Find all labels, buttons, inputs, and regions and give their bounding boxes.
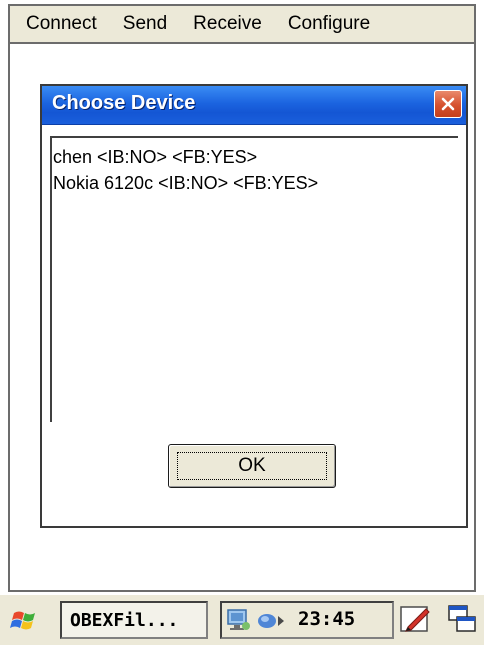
menu-configure[interactable]: Configure: [275, 13, 383, 35]
list-item[interactable]: chen <IB:NO> <FB:YES>: [52, 144, 458, 170]
ok-button[interactable]: OK: [168, 444, 336, 488]
choose-device-dialog: Choose Device chen <IB:NO> <FB:YES> Noki…: [40, 84, 468, 528]
close-button[interactable]: [434, 90, 462, 118]
menu-connect[interactable]: Connect: [10, 13, 110, 35]
task-button-label: OBEXFil...: [70, 609, 179, 631]
network-icon[interactable]: [226, 607, 252, 633]
list-item[interactable]: Nokia 6120c <IB:NO> <FB:YES>: [52, 170, 458, 196]
close-icon: [441, 97, 455, 111]
ok-button-label: OK: [177, 452, 327, 480]
cascade-windows-icon[interactable]: [446, 603, 478, 635]
task-button-obexfil[interactable]: OBEXFil...: [60, 601, 208, 639]
menu-receive[interactable]: Receive: [180, 13, 275, 35]
system-tray: 23:45: [220, 601, 394, 639]
menu-bar: Connect Send Receive Configure: [8, 4, 476, 44]
clock[interactable]: 23:45: [298, 608, 355, 630]
device-list[interactable]: chen <IB:NO> <FB:YES> Nokia 6120c <IB:NO…: [50, 136, 458, 422]
menu-send[interactable]: Send: [110, 13, 180, 35]
edit-pen-icon[interactable]: [398, 603, 432, 635]
dialog-title: Choose Device: [52, 92, 196, 114]
windows-flag-icon[interactable]: [10, 605, 40, 635]
dialog-title-bar[interactable]: Choose Device: [42, 86, 466, 125]
taskbar: OBEXFil... 23:45: [0, 594, 484, 645]
connection-icon[interactable]: [256, 609, 286, 633]
